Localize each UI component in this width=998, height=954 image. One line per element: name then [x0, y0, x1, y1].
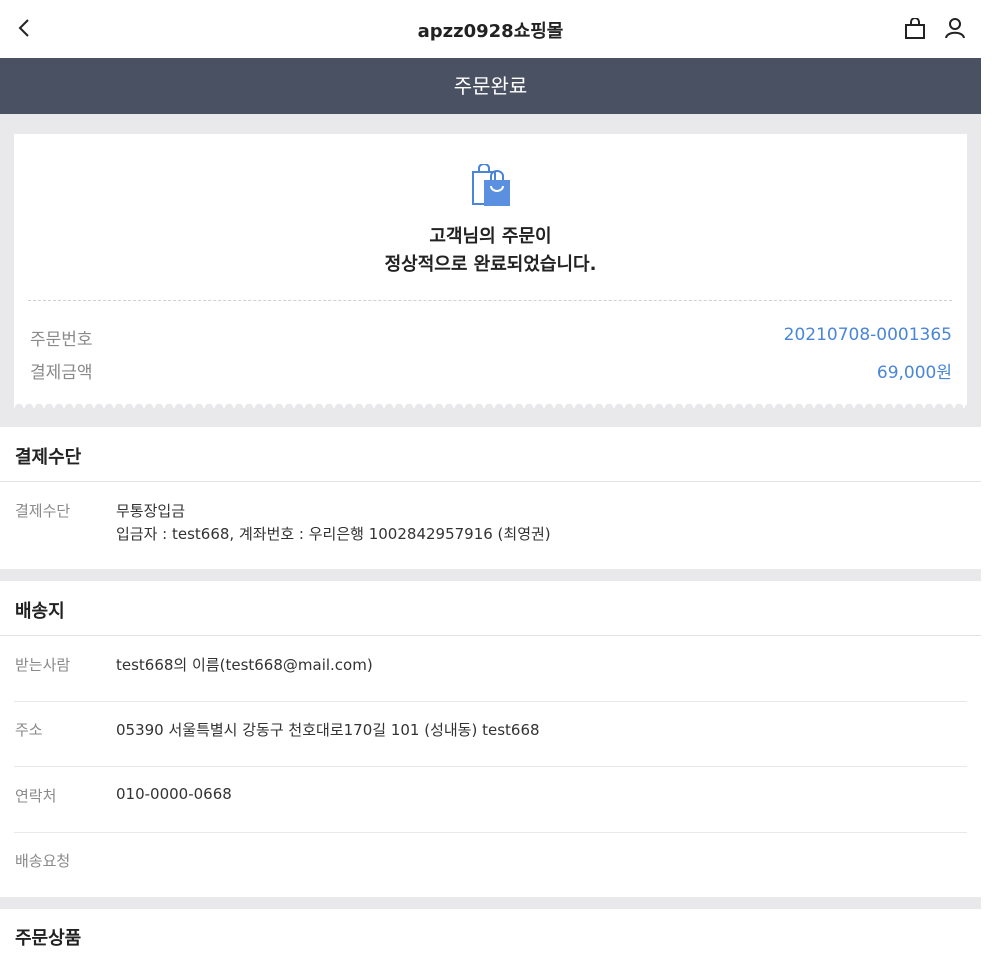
- shopping-bag-icon[interactable]: [904, 18, 926, 40]
- section-title: 주문상품: [15, 928, 82, 949]
- receipt-torn-edge: [14, 400, 967, 408]
- delivery-request-label: 배송요청: [15, 852, 71, 870]
- payment-amount: 69,000원: [876, 363, 952, 383]
- order-number-label: 주문번호: [30, 330, 93, 350]
- section-title: 결제수단: [15, 447, 82, 468]
- order-number: 20210708-0001365: [783, 325, 952, 345]
- user-icon[interactable]: [944, 17, 966, 39]
- payment-detail: 입금자 : test668, 계좌번호 : 우리은행 1002842957916…: [116, 525, 551, 543]
- app-frame: apzz0928쇼핑몰 주문완료 고객님의 주문이 정상적으로 완료되었습니다.…: [0, 0, 981, 954]
- amount-label: 결제금액: [30, 363, 93, 383]
- complete-message-line2: 정상적으로 완료되었습니다.: [384, 254, 597, 275]
- shop-name[interactable]: apzz0928쇼핑몰: [0, 17, 981, 43]
- address: 05390 서울특별시 강동구 천호대로170길 101 (성내동) test6…: [116, 721, 540, 739]
- phone-label: 연락처: [15, 787, 57, 805]
- shopping-bag-check-icon: [472, 164, 510, 206]
- shipping-section: 배송지 받는사람 test668의 이름(test668@mail.com) 주…: [0, 581, 981, 897]
- phone: 010-0000-0668: [116, 785, 232, 803]
- row-divider: [14, 766, 967, 767]
- address-label: 주소: [15, 721, 43, 739]
- order-complete-card: 고객님의 주문이 정상적으로 완료되었습니다. 주문번호 20210708-00…: [14, 134, 967, 400]
- section-title: 배송지: [15, 601, 65, 622]
- row-divider: [14, 701, 967, 702]
- recipient-label: 받는사람: [15, 656, 71, 674]
- row-divider: [14, 832, 967, 833]
- payment-method-label: 결제수단: [15, 502, 71, 520]
- complete-message-line1: 고객님의 주문이: [429, 226, 552, 247]
- scrollbar[interactable]: [981, 0, 998, 954]
- divider: [28, 300, 952, 301]
- divider: [0, 481, 981, 482]
- payment-method: 무통장입금: [116, 502, 186, 520]
- payment-section: 결제수단 결제수단 무통장입금 입금자 : test668, 계좌번호 : 우리…: [0, 427, 981, 569]
- page-title: 주문완료: [0, 58, 981, 114]
- top-header: apzz0928쇼핑몰: [0, 0, 981, 58]
- order-items-section: 주문상품: [0, 909, 981, 954]
- recipient: test668의 이름(test668@mail.com): [116, 656, 373, 674]
- divider: [0, 635, 981, 636]
